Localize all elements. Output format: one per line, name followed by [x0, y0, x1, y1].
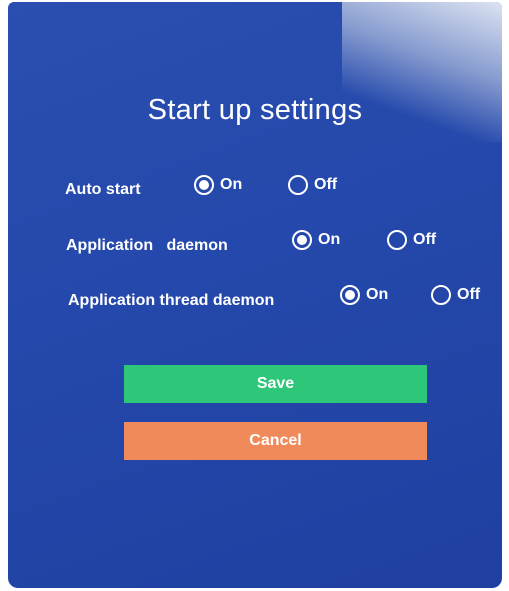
application-daemon-off-label: Off: [413, 231, 437, 248]
page-title: Start up settings: [147, 94, 363, 126]
auto-start-label: Auto start: [65, 181, 141, 198]
radio-unselected-icon: [387, 230, 407, 250]
auto-start-off-radio[interactable]: Off: [288, 175, 337, 195]
cancel-button[interactable]: Cancel: [124, 422, 427, 460]
thread-daemon-off-radio[interactable]: Off: [431, 285, 480, 305]
radio-selected-icon: [292, 230, 312, 250]
settings-screen: Start up settings Auto start On Off Appl…: [8, 2, 502, 588]
application-daemon-on-radio[interactable]: On: [292, 230, 340, 250]
auto-start-on-label: On: [220, 176, 243, 193]
thread-daemon-off-label: Off: [457, 286, 481, 303]
application-daemon-off-radio[interactable]: Off: [387, 230, 436, 250]
application-daemon-label: Application daemon: [66, 237, 228, 254]
thread-daemon-on-label: On: [366, 286, 389, 303]
save-button[interactable]: Save: [124, 365, 427, 403]
auto-start-on-radio[interactable]: On: [194, 175, 242, 195]
application-daemon-on-label: On: [318, 231, 341, 248]
radio-selected-icon: [340, 285, 360, 305]
auto-start-off-label: Off: [314, 176, 338, 193]
radio-unselected-icon: [431, 285, 451, 305]
radio-unselected-icon: [288, 175, 308, 195]
radio-selected-icon: [194, 175, 214, 195]
thread-daemon-on-radio[interactable]: On: [340, 285, 388, 305]
application-thread-daemon-label: Application thread daemon: [68, 292, 275, 309]
